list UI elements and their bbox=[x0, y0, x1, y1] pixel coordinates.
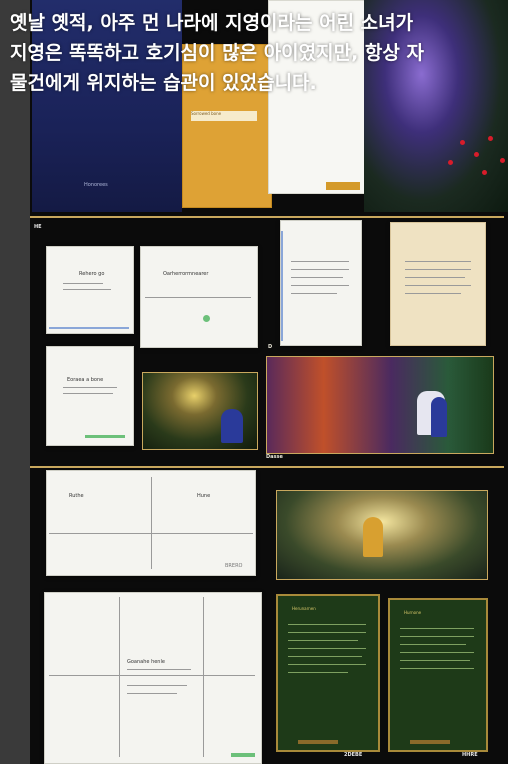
navy-cover-label: Honorees bbox=[84, 182, 108, 188]
green-page-2-title: Hurnone bbox=[404, 610, 422, 615]
frame-divider-top bbox=[30, 216, 504, 218]
green-seal bbox=[203, 315, 210, 322]
letter-title: Goanahe henle bbox=[127, 659, 165, 665]
note-card-2-title: Eoraea a bone bbox=[67, 377, 104, 383]
collage-board: Honorees Sorrowed bone HE Rehero go Oarh… bbox=[30, 0, 508, 764]
caption-line-2: 지영은 똑똑하고 호기심이 많은 아이였지만, 항상 자 bbox=[10, 42, 424, 64]
caption-line-3: 물건에게 위지하는 습관이 있었습니다. bbox=[10, 72, 317, 94]
green-page-1-title: Herunarnen bbox=[292, 606, 316, 611]
tall-letter-card bbox=[280, 220, 362, 346]
beige-letter-card bbox=[390, 222, 486, 346]
envelope-right-title: Hune bbox=[197, 493, 211, 499]
green-page-1-footer: 2DEBE bbox=[344, 752, 363, 758]
frame-divider-middle bbox=[30, 466, 504, 468]
green-book-page-2: Hurnone bbox=[388, 598, 488, 752]
envelope-footer: BRERO bbox=[225, 563, 243, 569]
orange-card-label: Sorrowed bone bbox=[191, 111, 257, 121]
gold-strip bbox=[326, 182, 360, 190]
open-letter: Goanahe henle bbox=[44, 592, 262, 764]
note-card-2: Eoraea a bone bbox=[46, 346, 134, 446]
forest-scene-wide bbox=[266, 356, 494, 454]
green-page-2-footer: HHRE bbox=[462, 752, 478, 758]
open-envelope: Ruthe Hune BRERO bbox=[46, 470, 256, 576]
envelope-card: Oarherrormnearer bbox=[140, 246, 258, 348]
envelope-card-title: Oarherrormnearer bbox=[163, 271, 209, 277]
note-card-1: Rehero go bbox=[46, 246, 134, 334]
note-card-1-title: Rehero go bbox=[79, 271, 105, 277]
envelope-left-title: Ruthe bbox=[69, 493, 84, 499]
scene-wide-label: Dasse bbox=[266, 454, 283, 460]
forest-scene-small bbox=[142, 372, 258, 450]
green-book-page-1: Herunarnen bbox=[276, 594, 380, 752]
section-header: HE bbox=[34, 224, 42, 230]
forest-scene-golden bbox=[276, 490, 488, 580]
caption-line-1: 옛날 옛적, 아주 먼 나라에 지영이라는 어린 소녀가 bbox=[10, 12, 414, 34]
scene-small-label: D bbox=[268, 344, 273, 350]
story-caption: 옛날 옛적, 아주 먼 나라에 지영이라는 어린 소녀가 지영은 똑똑하고 호기… bbox=[10, 8, 508, 98]
